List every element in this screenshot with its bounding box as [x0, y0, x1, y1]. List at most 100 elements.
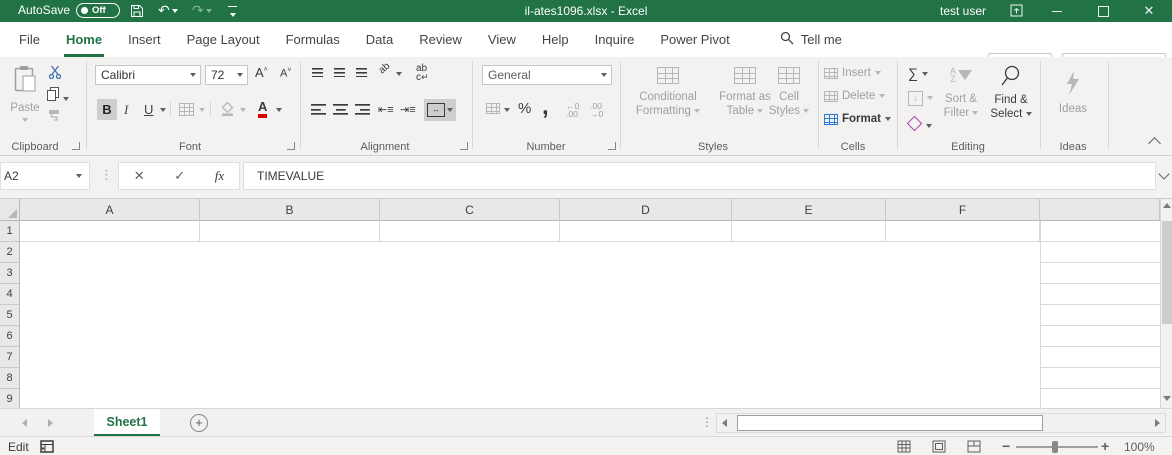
increase-font-size-button[interactable]: A˄	[255, 65, 268, 80]
percent-style-button[interactable]: %	[518, 100, 531, 117]
user-account[interactable]: test user	[940, 4, 986, 18]
wrap-text-button[interactable]: ab c↵	[416, 64, 429, 83]
fill-color-caret-icon[interactable]	[240, 108, 246, 112]
cell-styles-button[interactable]: Cell Styles	[768, 62, 810, 144]
sheet-nav-next-button[interactable]	[48, 419, 53, 427]
bottom-align-button[interactable]	[355, 68, 368, 77]
copy-button[interactable]	[46, 87, 69, 105]
zoom-level[interactable]: 100%	[1124, 440, 1155, 454]
orientation-caret-icon[interactable]	[396, 72, 402, 76]
orientation-button[interactable]: ab	[377, 61, 393, 77]
underline-caret-icon[interactable]	[160, 108, 166, 112]
tab-inquire[interactable]: Inquire	[582, 22, 648, 57]
tab-file[interactable]: File	[6, 22, 53, 57]
number-dialog-launcher[interactable]	[608, 142, 616, 150]
insert-function-button[interactable]: fx	[215, 168, 224, 184]
autosave-toggle[interactable]: Off	[76, 3, 120, 18]
row-header-2[interactable]: 2	[0, 242, 20, 263]
ribbon-display-options-button[interactable]	[1010, 4, 1023, 20]
cancel-icon[interactable]: ✕	[134, 168, 145, 184]
undo-button[interactable]: ↶	[158, 2, 178, 19]
formula-input[interactable]: TIMEVALUE	[243, 162, 1156, 190]
expand-formula-bar-button[interactable]	[1158, 168, 1170, 180]
row-header-9[interactable]: 9	[0, 389, 20, 408]
row-header-3[interactable]: 3	[0, 263, 20, 284]
find-select-button[interactable]: Find & Select	[986, 62, 1036, 144]
horizontal-scrollbar[interactable]	[716, 413, 1166, 433]
zoom-in-button[interactable]: +	[1101, 438, 1109, 454]
gridlines-partial-column[interactable]	[1040, 221, 1161, 408]
normal-view-button[interactable]	[897, 440, 911, 455]
redo-button[interactable]: ↷	[192, 2, 212, 19]
tab-home[interactable]: Home	[53, 22, 115, 57]
autosum-button[interactable]: ∑	[908, 65, 928, 81]
increase-decimal-button[interactable]: ←0.00	[566, 102, 579, 119]
cell-b1[interactable]	[200, 221, 380, 242]
sheet-tab-sheet1[interactable]: Sheet1	[94, 409, 160, 436]
formula-bar-drag-handle[interactable]: ⋮	[100, 167, 113, 183]
font-size-combo[interactable]: 72	[205, 65, 248, 85]
borders-button[interactable]	[179, 103, 194, 116]
row-header-6[interactable]: 6	[0, 326, 20, 347]
tab-scrollbar-splitter[interactable]: ⋮	[701, 415, 713, 429]
horizontal-scroll-thumb[interactable]	[737, 415, 1043, 431]
tab-review[interactable]: Review	[406, 22, 475, 57]
format-painter-button[interactable]	[48, 109, 61, 126]
cell-f1[interactable]	[886, 221, 1040, 242]
save-button[interactable]	[130, 4, 144, 21]
insert-cells-button[interactable]: Insert	[824, 67, 881, 79]
format-cells-button[interactable]: Format	[824, 113, 891, 125]
decrease-font-size-button[interactable]: A˅	[280, 67, 291, 80]
tab-formulas[interactable]: Formulas	[273, 22, 353, 57]
row-header-7[interactable]: 7	[0, 347, 20, 368]
name-box[interactable]: A2	[0, 162, 90, 190]
decrease-indent-button[interactable]: ⇤≡	[378, 103, 394, 116]
page-layout-view-button[interactable]	[932, 440, 946, 455]
cut-button[interactable]	[48, 65, 62, 82]
fill-color-button[interactable]	[220, 101, 235, 119]
tab-insert[interactable]: Insert	[115, 22, 174, 57]
font-name-combo[interactable]: Calibri	[95, 65, 201, 85]
comma-style-button[interactable]: ,	[542, 93, 549, 121]
cell-d1[interactable]	[560, 221, 732, 242]
column-header-c[interactable]: C	[380, 199, 560, 221]
borders-caret-icon[interactable]	[199, 108, 205, 112]
scroll-down-arrow[interactable]	[1162, 396, 1171, 401]
increase-indent-button[interactable]: ⇥≡	[400, 103, 416, 116]
tab-power-pivot[interactable]: Power Pivot	[647, 22, 742, 57]
ideas-button[interactable]: Ideas	[1042, 62, 1104, 144]
tab-help[interactable]: Help	[529, 22, 582, 57]
scroll-up-arrow[interactable]	[1162, 203, 1171, 208]
top-align-button[interactable]	[311, 68, 324, 77]
alignment-dialog-launcher[interactable]	[460, 142, 468, 150]
italic-button[interactable]: I	[124, 99, 128, 120]
close-button[interactable]: ✕	[1132, 0, 1166, 22]
delete-cells-button[interactable]: Delete	[824, 90, 886, 102]
macro-record-icon[interactable]	[40, 440, 54, 455]
decrease-decimal-button[interactable]: .00 →0	[590, 102, 603, 119]
font-dialog-launcher[interactable]	[287, 142, 295, 150]
column-header-d[interactable]: D	[560, 199, 732, 221]
row-header-4[interactable]: 4	[0, 284, 20, 305]
tell-me-button[interactable]: Tell me	[767, 22, 855, 57]
zoom-out-button[interactable]: −	[1002, 438, 1010, 454]
zoom-slider-thumb[interactable]	[1052, 441, 1058, 453]
page-break-preview-button[interactable]	[967, 440, 981, 455]
enter-icon[interactable]: ✓	[174, 168, 185, 184]
tab-data[interactable]: Data	[353, 22, 406, 57]
merge-center-button[interactable]: ↔	[424, 99, 456, 121]
align-left-button[interactable]	[311, 104, 326, 115]
customize-qat-button[interactable]	[228, 6, 237, 21]
font-color-caret-icon[interactable]	[276, 108, 282, 112]
row-header-8[interactable]: 8	[0, 368, 20, 389]
column-header-e[interactable]: E	[732, 199, 886, 221]
collapse-ribbon-button[interactable]	[1148, 137, 1161, 150]
align-center-button[interactable]	[333, 104, 348, 115]
conditional-formatting-button[interactable]: Conditional Formatting	[624, 62, 712, 144]
accounting-caret-icon[interactable]	[504, 108, 510, 112]
cell-a1[interactable]	[20, 221, 200, 242]
align-right-button[interactable]	[355, 104, 370, 115]
select-all-corner[interactable]	[0, 199, 20, 221]
tab-view[interactable]: View	[475, 22, 529, 57]
tab-page-layout[interactable]: Page Layout	[174, 22, 273, 57]
